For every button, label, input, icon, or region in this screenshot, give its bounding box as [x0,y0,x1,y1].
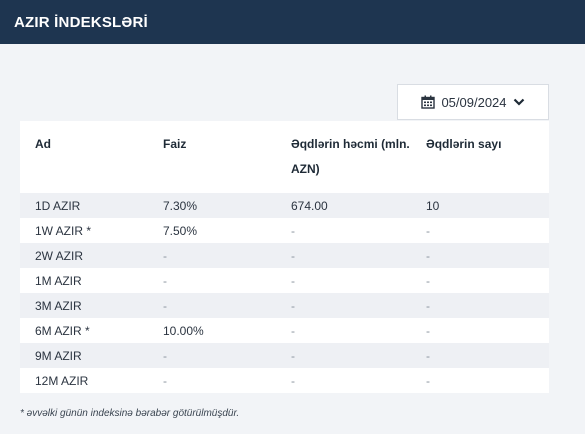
column-header-name: Ad [35,137,51,151]
cell-count: - [426,223,430,238]
azir-index-table: Ad Faiz Əqdlərin həcmi (mln. AZN) Əqdlər… [20,121,549,393]
cell-count: - [426,298,430,313]
cell-volume: - [291,298,295,313]
cell-volume: - [291,323,295,338]
cell-rate: - [163,273,167,288]
cell-count: - [426,248,430,263]
calendar-icon [421,95,436,109]
cell-volume: - [291,373,295,388]
cell-count: - [426,373,430,388]
date-value: 05/09/2024 [441,94,507,110]
table-row: 1W AZIR * 7.50% - - [20,218,549,243]
cell-name: 1W AZIR * [35,223,92,238]
cell-count: - [426,273,430,288]
table-row: 3M AZIR - - - [20,293,549,318]
cell-rate: - [163,373,167,388]
cell-name: 12M AZIR [35,373,89,388]
cell-volume: - [291,223,295,238]
chevron-down-icon [513,97,525,107]
table-row: 1M AZIR - - - [20,268,549,293]
footnote: * əvvəlki günün indeksinə bərabər götürü… [20,408,240,419]
cell-rate: 7.50% [163,223,198,238]
cell-rate: - [163,248,167,263]
table-row: 6M AZIR * 10.00% - - [20,318,549,343]
cell-rate: 10.00% [163,323,204,338]
cell-rate: - [163,298,167,313]
cell-count: 10 [426,198,440,213]
cell-rate: - [163,348,167,363]
column-header-count: Əqdlərin sayı [426,137,502,151]
column-header-rate: Faiz [163,137,187,151]
cell-name: 3M AZIR [35,298,82,313]
cell-volume: - [291,348,295,363]
cell-count: - [426,348,430,363]
section-title: AZIR İNDEKSLƏRİ [14,13,148,31]
table-row: 2W AZIR - - - [20,243,549,268]
cell-name: 6M AZIR * [35,323,90,338]
cell-name: 9M AZIR [35,348,82,363]
table-header-row: Ad Faiz Əqdlərin həcmi (mln. AZN) Əqdlər… [20,121,549,193]
section-header: AZIR İNDEKSLƏRİ [0,0,585,44]
cell-name: 1M AZIR [35,273,82,288]
column-header-volume: Əqdlərin həcmi (mln. AZN) [291,137,410,176]
cell-count: - [426,323,430,338]
table-row: 9M AZIR - - - [20,343,549,368]
table-row: 12M AZIR - - - [20,368,549,393]
date-picker-button[interactable]: 05/09/2024 [397,84,549,120]
cell-name: 1D AZIR [35,198,81,213]
cell-volume: 674.00 [291,198,328,213]
cell-name: 2W AZIR [35,248,84,263]
cell-volume: - [291,248,295,263]
cell-rate: 7.30% [163,198,198,213]
cell-volume: - [291,273,295,288]
table-row: 1D AZIR 7.30% 674.00 10 [20,193,549,218]
